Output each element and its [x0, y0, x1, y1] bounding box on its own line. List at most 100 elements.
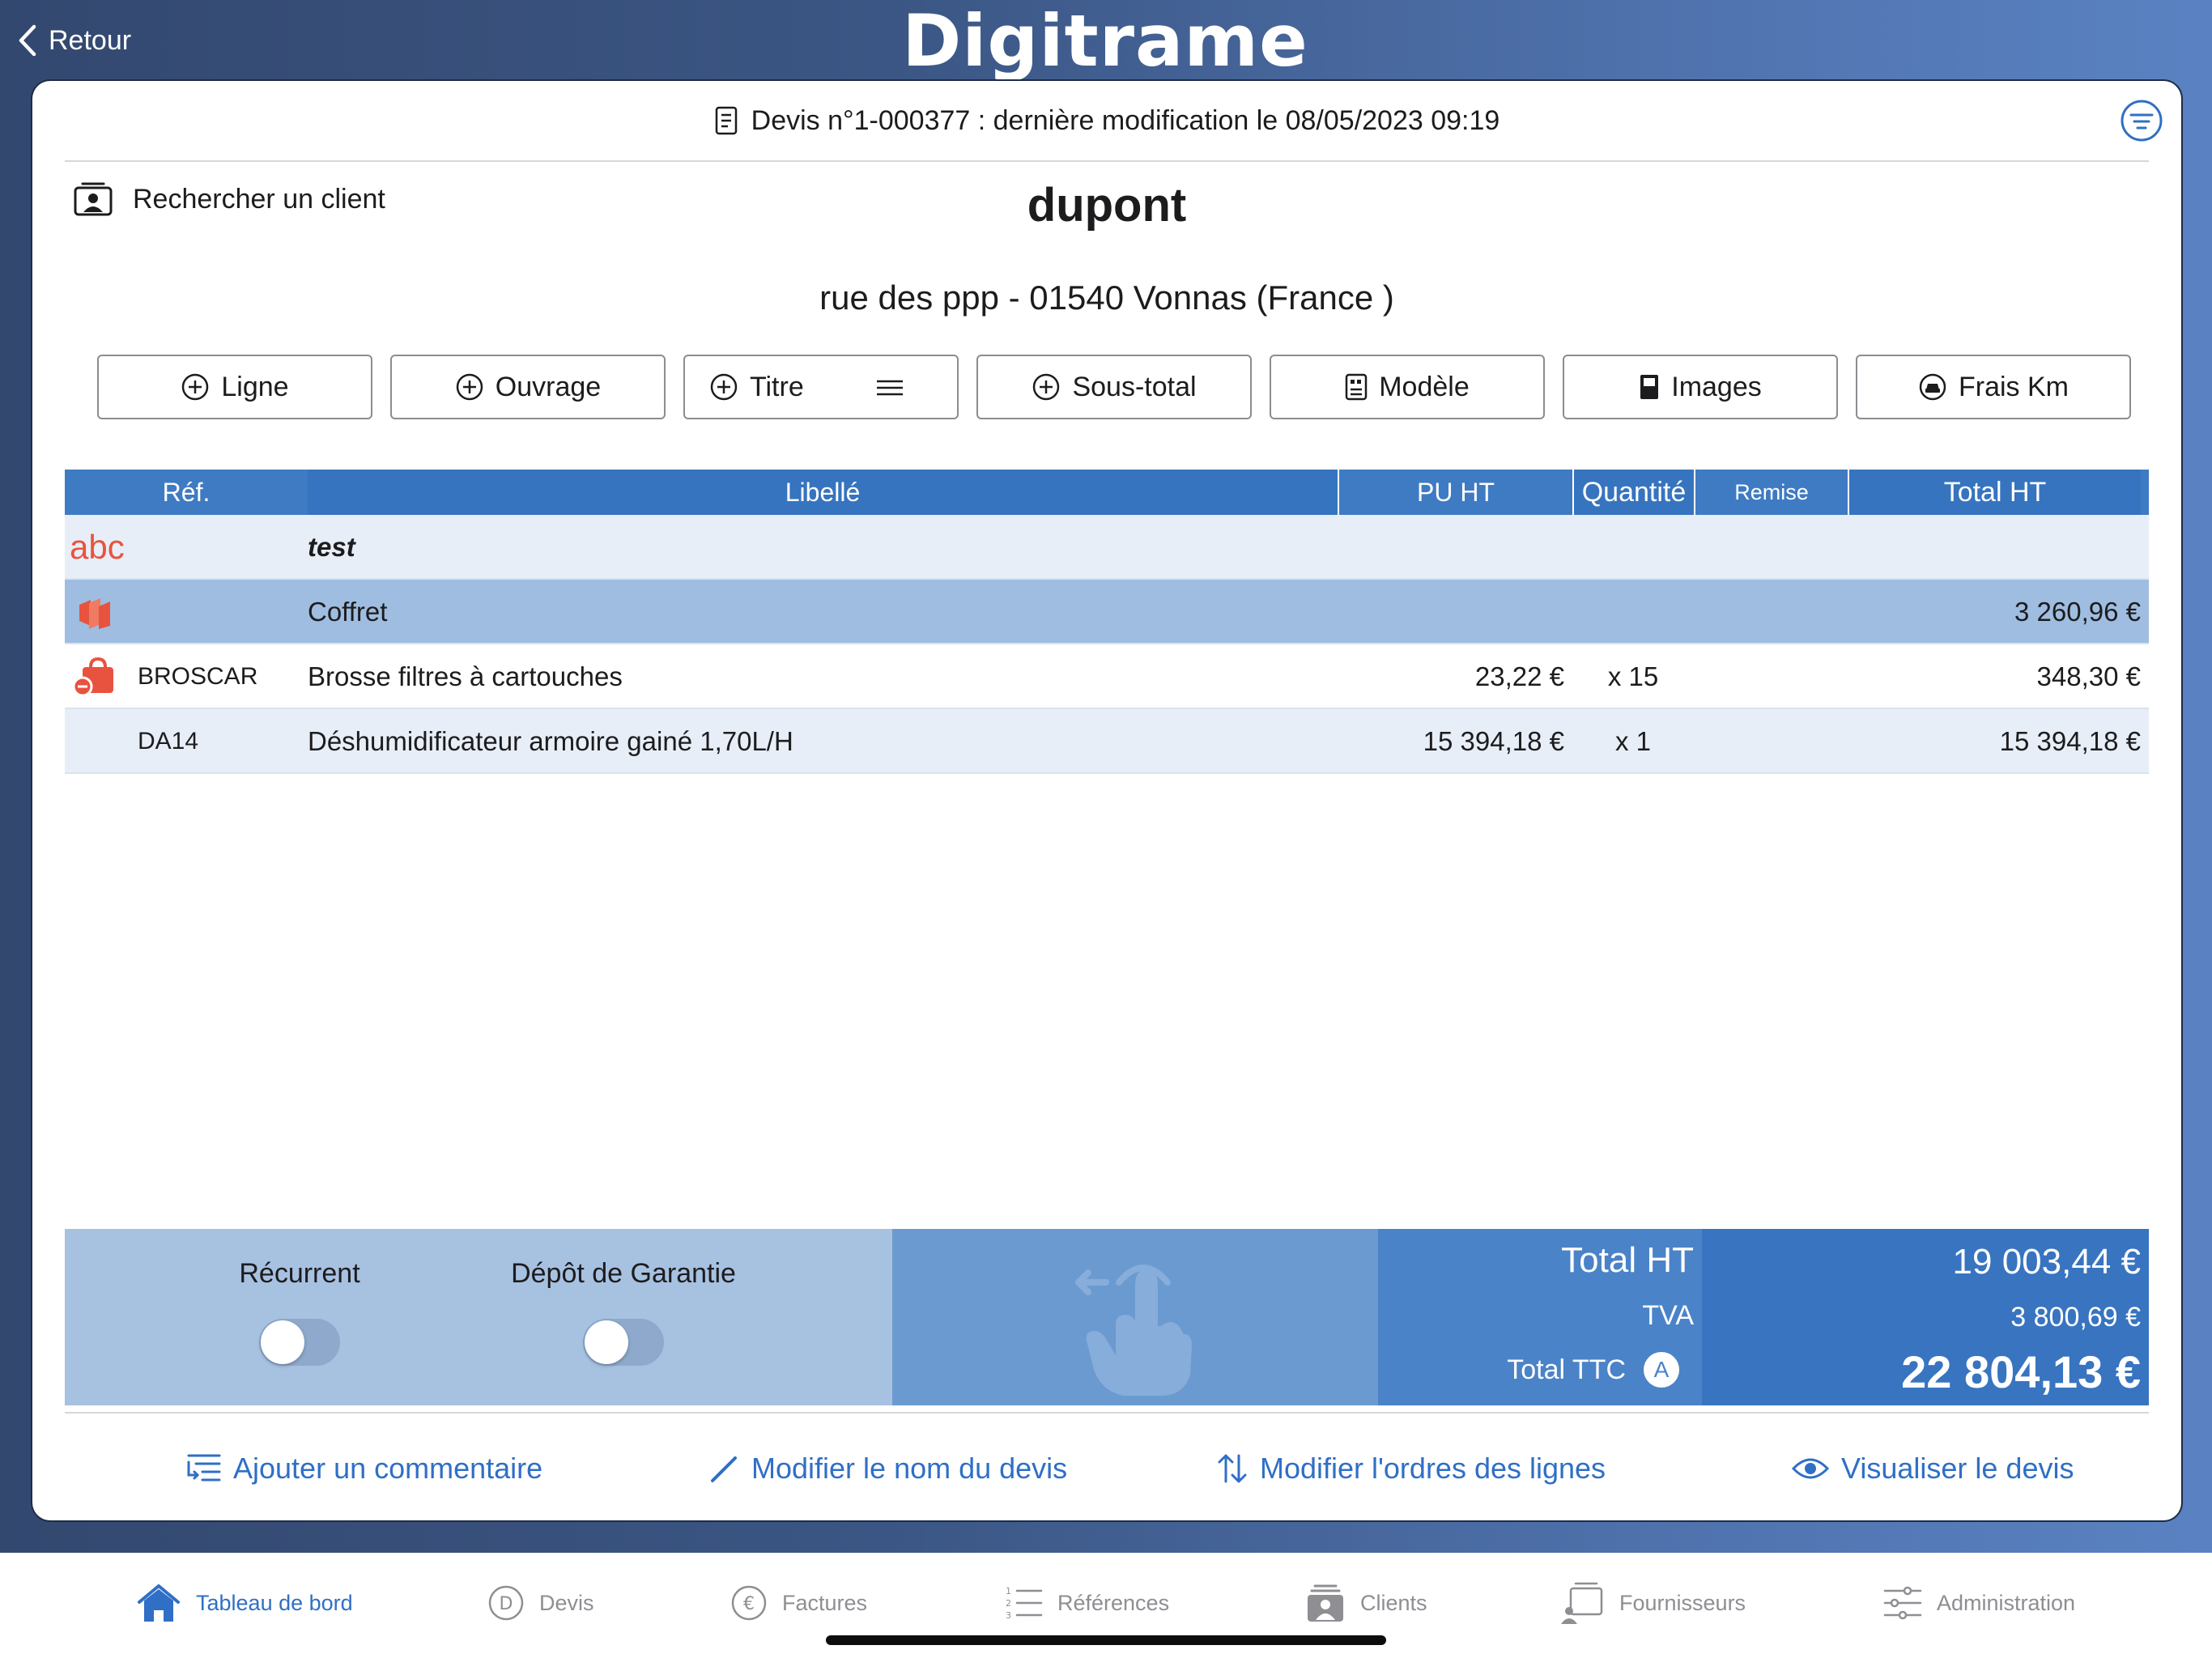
plus-circle-icon: [182, 373, 209, 401]
deposit-option: Dépôt de Garantie: [494, 1258, 753, 1366]
row-total: 3 260,96 €: [2014, 597, 2141, 627]
row-unit-price: 15 394,18 €: [1423, 726, 1564, 756]
add-work-button[interactable]: Ouvrage: [390, 355, 666, 419]
template-button[interactable]: Modèle: [1270, 355, 1545, 419]
table-row-title[interactable]: abc test: [65, 515, 2149, 580]
row-icon-cell: [73, 644, 121, 709]
total-ht-value: 19 003,44 €: [1952, 1242, 2141, 1282]
tab-invoices[interactable]: € Factures: [730, 1572, 867, 1634]
row-total: 15 394,18 €: [1999, 726, 2141, 756]
svg-text:D: D: [500, 1594, 513, 1614]
deposit-toggle[interactable]: [583, 1319, 664, 1366]
col-quantity: Quantité: [1572, 470, 1694, 515]
client-address: rue des ppp - 01540 Vonnas (France ): [819, 278, 1394, 317]
col-unit-price: PU HT: [1338, 470, 1572, 515]
tab-quotes[interactable]: D Devis: [487, 1572, 594, 1634]
mileage-button[interactable]: Frais Km: [1856, 355, 2131, 419]
sliders-icon: [1883, 1586, 1922, 1620]
table-row-group[interactable]: Coffret 3 260,96 €: [65, 580, 2149, 644]
sort-arrows-icon: [1218, 1454, 1247, 1483]
table-header: Réf. Libellé PU HT Quantité Remise Total…: [65, 470, 2149, 515]
tab-dashboard[interactable]: Tableau de bord: [136, 1572, 353, 1634]
svg-text:3: 3: [1006, 1610, 1011, 1620]
tab-administration-label: Administration: [1937, 1590, 2076, 1615]
row-quantity: x 1: [1614, 726, 1652, 756]
options-zone: Récurrent Dépôt de Garantie: [65, 1229, 892, 1405]
euro-icon: €: [731, 1585, 767, 1621]
reorder-lines-label: Modifier l'ordres des lignes: [1260, 1452, 1606, 1485]
col-ref: Réf.: [162, 477, 211, 507]
col-total: Total HT: [1848, 470, 2141, 515]
total-ht-label: Total HT: [1561, 1240, 1694, 1280]
images-label: Images: [1671, 371, 1762, 402]
tab-clients[interactable]: Clients: [1305, 1572, 1427, 1634]
template-label: Modèle: [1379, 371, 1470, 402]
tab-quotes-label: Devis: [539, 1590, 594, 1615]
deposit-label: Dépôt de Garantie: [511, 1258, 736, 1289]
tab-suppliers-label: Fournisseurs: [1619, 1590, 1746, 1615]
col-discount: Remise: [1694, 470, 1848, 515]
recurring-option: Récurrent: [170, 1258, 429, 1366]
tab-invoices-label: Factures: [782, 1590, 868, 1615]
tab-dashboard-label: Tableau de bord: [196, 1590, 353, 1615]
package-stack-icon: [79, 598, 110, 629]
add-title-label: Titre: [750, 371, 804, 402]
car-icon: [1919, 373, 1946, 401]
col-label: Libellé: [308, 470, 1338, 515]
tab-administration[interactable]: Administration: [1883, 1572, 2075, 1634]
add-title-button[interactable]: Titre: [683, 355, 959, 419]
row-label: Brosse filtres à cartouches: [308, 661, 623, 691]
plus-circle-icon: [1033, 373, 1060, 401]
tab-suppliers[interactable]: Fournisseurs: [1559, 1572, 1746, 1634]
title-marker: abc: [70, 528, 125, 566]
svg-text:1: 1: [1006, 1586, 1011, 1596]
quote-header: Devis n°1-000377 : dernière modification…: [65, 81, 2149, 162]
plus-circle-icon: [456, 373, 483, 401]
preview-quote-link[interactable]: Visualiser le devis: [1791, 1446, 2074, 1491]
add-subtotal-button[interactable]: Sous-total: [976, 355, 1252, 419]
rename-quote-link[interactable]: Modifier le nom du devis: [709, 1446, 1067, 1491]
pencil-icon: [711, 1456, 737, 1482]
row-unit-price: 23,22 €: [1474, 661, 1564, 691]
recurring-toggle[interactable]: [259, 1319, 340, 1366]
back-label: Retour: [49, 24, 132, 56]
ttc-badge[interactable]: A: [1644, 1352, 1679, 1388]
swipe-hand-icon: [1075, 1265, 1192, 1396]
row-total: 348,30 €: [2036, 661, 2141, 691]
tva-label: TVA: [1642, 1300, 1694, 1331]
reorder-lines-link[interactable]: Modifier l'ordres des lignes: [1216, 1446, 1606, 1491]
add-line-button[interactable]: Ligne: [97, 355, 372, 419]
tva-value: 3 800,69 €: [2010, 1302, 2141, 1333]
template-icon: [1345, 373, 1368, 401]
recurring-label: Récurrent: [239, 1258, 360, 1289]
eye-icon: [1791, 1458, 1830, 1479]
table-row[interactable]: BROSCAR Brosse filtres à cartouches 23,2…: [65, 644, 2149, 709]
toggle-knob: [585, 1320, 628, 1364]
row-label: test: [308, 532, 355, 562]
row-quantity: x 15: [1607, 661, 1659, 691]
total-ttc-label: Total TTC: [1507, 1354, 1626, 1385]
comment-list-icon: [187, 1454, 221, 1482]
add-comment-link[interactable]: Ajouter un commentaire: [186, 1446, 542, 1491]
row-ref: DA14: [138, 728, 199, 755]
toggle-knob: [261, 1320, 304, 1364]
home-indicator: [826, 1635, 1386, 1645]
row-label: Coffret: [308, 597, 388, 627]
numbered-list-icon: 1 23: [1006, 1586, 1043, 1620]
add-subtotal-label: Sous-total: [1072, 371, 1197, 402]
chevron-left-icon: [19, 24, 36, 57]
add-comment-label: Ajouter un commentaire: [233, 1452, 543, 1485]
plus-circle-icon: [710, 373, 738, 401]
tab-references[interactable]: 1 23 Références: [1004, 1572, 1169, 1634]
supplier-icon: [1561, 1582, 1603, 1624]
image-icon: [1640, 375, 1659, 399]
quote-header-text: Devis n°1-000377 : dernière modification…: [751, 104, 1500, 136]
quote-editor-card: Devis n°1-000377 : dernière modification…: [32, 81, 2181, 1520]
row-icon-cell: [76, 580, 125, 644]
back-button[interactable]: Retour: [18, 18, 131, 63]
filter-button[interactable]: [2120, 99, 2163, 142]
table-row[interactable]: DA14 Déshumidificateur armoire gainé 1,7…: [65, 709, 2149, 774]
summary-panel: Récurrent Dépôt de Garantie Total HT TVA: [65, 1229, 2149, 1405]
swipe-gesture-zone[interactable]: [892, 1229, 1378, 1405]
images-button[interactable]: Images: [1563, 355, 1838, 419]
